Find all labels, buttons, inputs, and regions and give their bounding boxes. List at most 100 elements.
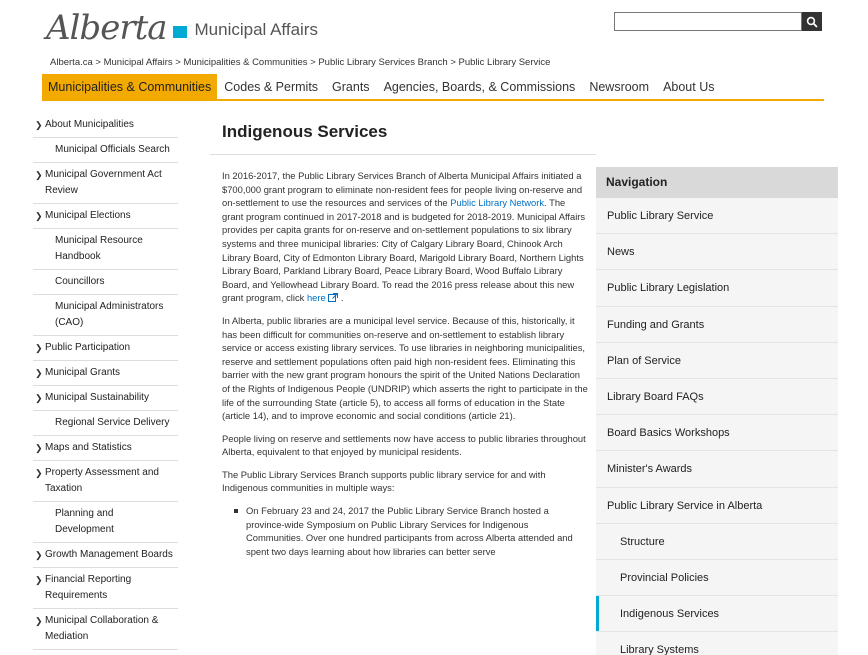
press-release-link-label: here [306,292,326,304]
paragraph-support: The Public Library Services Branch suppo… [222,468,546,494]
nav-item[interactable]: Public Library Service [596,198,838,235]
sidebar-item-label: Growth Management Boards [45,549,173,560]
paragraph-text: . The grant program continued in 2017-20… [222,197,586,304]
logo-flag-icon [172,26,187,38]
external-link-icon [328,293,339,303]
sidebar-item[interactable]: ❯ Public Participation [33,336,178,361]
sidebar-item-label: About Municipalities [45,119,134,130]
tab-about-us[interactable]: About Us [656,74,721,99]
sidebar-item[interactable]: ❯ About Municipalities [33,113,178,138]
list-item: On February 23 and 24, 2017 the Public L… [234,504,588,558]
breadcrumb-municipalities[interactable]: Municipalities & Communities [183,57,307,68]
nav-item[interactable]: Structure [596,524,838,560]
breadcrumb-library-branch[interactable]: Public Library Services Branch [318,57,447,68]
sidebar-item[interactable]: ❯ Financial Reporting Requirements [33,568,178,609]
nav-item[interactable]: Public Library Legislation [596,270,838,307]
article-body: In 2016-2017, the Public Library Service… [210,155,596,558]
left-sidebar: ❯ About Municipalities Municipal Officials… [33,113,178,650]
breadcrumb-separator: > [92,57,104,68]
paragraph-text: . [338,292,344,304]
page-title: Indigenous Services [210,113,596,155]
breadcrumb-municipal-affairs[interactable]: Municipal Affairs [104,57,173,68]
sidebar-item[interactable]: Planning and Development [33,502,178,543]
sidebar-item-label: Municipal Elections [45,210,131,221]
nav-item[interactable]: Minister's Awards [596,451,838,488]
sidebar-item[interactable]: ❯ Municipal Grants [33,361,178,386]
sidebar-item[interactable]: ❯ Municipal Government Act Review [33,163,178,204]
chevron-right-icon: ❯ [35,120,43,130]
breadcrumb-separator: > [447,57,459,68]
main-content: Indigenous Services In 2016-2017, the Pu… [210,113,596,558]
sidebar-item[interactable]: ❯ Property Assessment and Taxation [33,461,178,502]
nav-item[interactable]: Indigenous Services [596,596,838,633]
alberta-logo[interactable]: Alberta Municipal Affairs [46,8,318,48]
sidebar-item-label: Property Assessment and Taxation [45,467,159,494]
nav-item[interactable]: Library Systems [596,632,838,655]
sidebar-item-label: Regional Service Delivery [55,417,170,428]
tab-agencies[interactable]: Agencies, Boards, & Commissions [377,74,583,99]
sidebar-item[interactable]: Municipal Administrators (CAO) [33,295,178,336]
chevron-right-icon: ❯ [35,575,43,585]
support-list: On February 23 and 24, 2017 the Public L… [222,504,588,558]
sidebar-item[interactable]: Municipal Officials Search [33,138,178,163]
nav-item[interactable]: Board Basics Workshops [596,415,838,452]
tab-municipalities[interactable]: Municipalities & Communities [42,74,218,99]
sidebar-item[interactable]: Municipal Resource Handbook [33,229,178,270]
nav-item[interactable]: Library Board FAQs [596,379,838,416]
navigation-heading: Navigation [596,167,838,198]
chevron-right-icon: ❯ [35,211,43,221]
paragraph-access: People living on reserve and settlements… [222,432,586,458]
top-navigation: Municipalities & Communities Codes & Per… [42,74,824,101]
search-button[interactable] [802,12,822,31]
search-box [614,12,822,31]
nav-item[interactable]: Public Library Service in Alberta [596,488,838,524]
search-input[interactable] [614,12,802,31]
breadcrumb: Alberta.ca > Municipal Affairs > Municip… [50,57,550,68]
sidebar-item[interactable]: ❯ Municipal Sustainability [33,386,178,411]
chevron-right-icon: ❯ [35,443,43,453]
chevron-right-icon: ❯ [35,468,43,478]
breadcrumb-separator: > [172,57,184,68]
sidebar-item[interactable]: ❯ Growth Management Boards [33,543,178,568]
nav-item[interactable]: Plan of Service [596,343,838,379]
sidebar-item-label: Municipal Government Act Review [45,169,162,196]
search-icon [806,16,818,28]
sidebar-item[interactable]: ❯ Maps and Statistics [33,436,178,461]
chevron-right-icon: ❯ [35,616,43,626]
sidebar-item[interactable]: ❯ Municipal Collaboration & Mediation [33,609,178,650]
sidebar-item-label: Maps and Statistics [45,442,132,453]
sidebar-item-label: Financial Reporting Requirements [45,574,132,601]
navigation-panel: Navigation Public Library Service News Pub… [596,167,838,655]
paragraph-municipal-service: In Alberta, public libraries are a munic… [222,314,588,422]
sidebar-item-label: Public Participation [45,342,131,353]
chevron-right-icon: ❯ [35,343,43,353]
nav-item[interactable]: News [596,234,838,271]
nav-item[interactable]: Provincial Policies [596,560,838,597]
chevron-right-icon: ❯ [35,393,43,403]
breadcrumb-alberta[interactable]: Alberta.ca [50,57,93,68]
sidebar-item-label: Municipal Administrators (CAO) [55,301,164,328]
sidebar-item-label: Municipal Officials Search [55,144,170,155]
breadcrumb-library-service[interactable]: Public Library Service [459,57,551,68]
press-release-link[interactable]: here [306,292,339,304]
sidebar-item[interactable]: Regional Service Delivery [33,411,178,436]
paragraph-grant-program: In 2016-2017, the Public Library Service… [222,169,588,305]
breadcrumb-separator: > [307,57,319,68]
tab-codes-permits[interactable]: Codes & Permits [217,74,325,99]
sidebar-item[interactable]: ❯ Municipal Elections [33,204,178,229]
site-header: Alberta Municipal Affairs Alberta.ca > M… [0,0,868,72]
sidebar-item-label: Municipal Sustainability [45,392,149,403]
chevron-right-icon: ❯ [35,550,43,560]
nav-item[interactable]: Funding and Grants [596,307,838,343]
sidebar-item-label: Councillors [55,276,105,287]
sidebar-item-label: Municipal Resource Handbook [55,235,143,262]
chevron-right-icon: ❯ [35,368,43,378]
public-library-network-link[interactable]: Public Library Network [450,197,544,208]
sidebar-item-label: Planning and Development [55,508,114,535]
logo-wordmark: Alberta [46,8,167,48]
sidebar-item-label: Municipal Collaboration & Mediation [45,615,159,642]
sidebar-item[interactable]: Councillors [33,270,178,295]
tab-grants[interactable]: Grants [325,74,377,99]
tab-newsroom[interactable]: Newsroom [582,74,656,99]
department-name: Municipal Affairs [194,20,318,39]
